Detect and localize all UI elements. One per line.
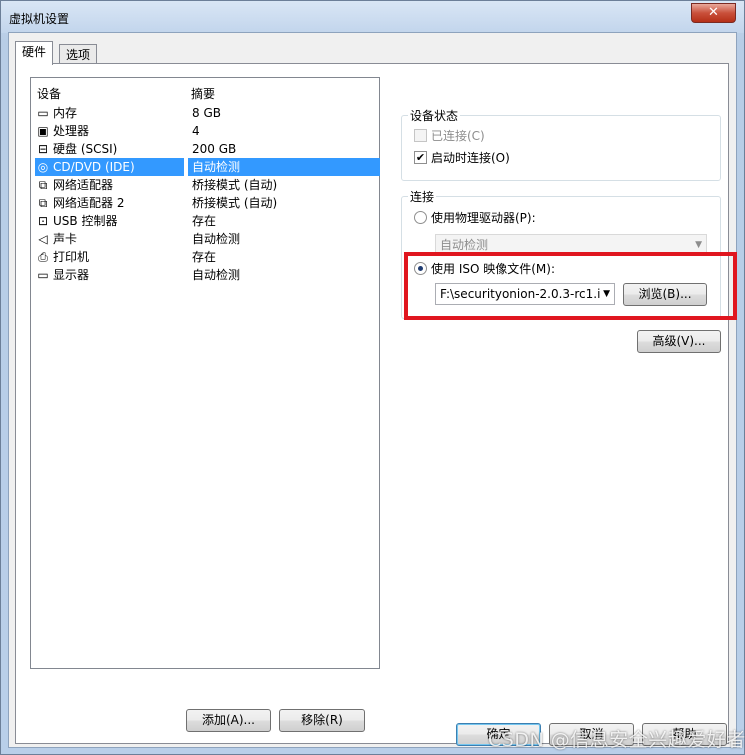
device-list-header: 设备 摘要	[31, 85, 379, 101]
device-row[interactable]: ◁ 声卡 自动检测	[31, 230, 379, 248]
device-name-cell: ◁ 声卡	[35, 230, 184, 248]
usb-icon: ⊡	[37, 214, 49, 228]
device-name: 声卡	[53, 232, 78, 246]
device-name: 网络适配器 2	[53, 196, 125, 210]
device-summary: 自动检测	[192, 268, 241, 282]
device-name: 内存	[53, 106, 78, 120]
device-name: USB 控制器	[53, 214, 118, 228]
device-name-cell: ▣ 处理器	[35, 122, 184, 140]
device-row[interactable]: ▣ 处理器 4	[31, 122, 379, 140]
close-button[interactable]: ✕	[691, 3, 736, 23]
device-status-title: 设备状态	[408, 107, 461, 124]
device-name: 硬盘 (SCSI)	[53, 142, 118, 156]
device-summary: 存在	[192, 214, 217, 228]
device-row[interactable]: ⧉ 网络适配器 桥接模式 (自动)	[31, 176, 379, 194]
hard-disk-icon: ⊟	[37, 142, 49, 156]
highlight-box	[404, 252, 737, 320]
device-name-cell: ▭ 内存	[35, 104, 184, 122]
add-device-button[interactable]: 添加(A)...	[186, 709, 271, 732]
device-row[interactable]: ▭ 内存 8 GB	[31, 104, 379, 122]
device-summary: 桥接模式 (自动)	[192, 196, 278, 210]
connection-title: 连接	[408, 188, 437, 205]
network-adapter-icon: ⧉	[38, 196, 48, 210]
device-name-cell: ⊟ 硬盘 (SCSI)	[35, 140, 184, 158]
device-status-group	[401, 115, 721, 181]
hardware-tab-panel: 设备 摘要 ▭ 内存 8 GB ▣ 处理器 4 ⊟ 硬盘 (SCSI) 200 GB ◎ CD/DV…	[15, 63, 737, 744]
memory-icon: ▭	[37, 106, 49, 120]
advanced-button[interactable]: 高级(V)...	[637, 330, 721, 353]
device-name-cell: ⧉ 网络适配器 2	[35, 194, 184, 212]
device-row[interactable]: ◎ CD/DVD (IDE) 自动检测	[31, 158, 380, 176]
device-name-cell: ▭ 显示器	[35, 266, 184, 284]
title-bar[interactable]: 虚拟机设置 ✕	[1, 1, 744, 33]
tab-hardware[interactable]: 硬件	[15, 41, 54, 65]
window-title: 虚拟机设置	[9, 12, 70, 26]
device-name: CD/DVD (IDE)	[53, 160, 135, 174]
connect-at-power-on-label: 启动时连接(O)	[431, 151, 510, 165]
display-icon: ▭	[37, 268, 49, 282]
device-summary: 自动检测	[192, 232, 241, 246]
device-summary: 4	[192, 124, 200, 138]
dialog-window: 虚拟机设置 ✕ 硬件 选项 设备 摘要 ▭ 内存 8 GB ▣ 处理器 4 ⊟ 硬盘 (SCS…	[0, 0, 745, 755]
device-summary: 桥接模式 (自动)	[192, 178, 278, 192]
device-summary: 自动检测	[188, 158, 380, 176]
device-summary: 存在	[192, 250, 217, 264]
physical-drive-radio[interactable]	[414, 211, 427, 224]
printer-icon: ⎙	[38, 250, 48, 264]
device-row[interactable]: ⧉ 网络适配器 2 桥接模式 (自动)	[31, 194, 379, 212]
physical-drive-label: 使用物理驱动器(P):	[431, 211, 536, 225]
dialog-client-area: 硬件 选项 设备 摘要 ▭ 内存 8 GB ▣ 处理器 4 ⊟ 硬盘 (SCSI) 200 GB…	[8, 32, 737, 748]
device-name: 显示器	[53, 268, 90, 282]
sound-icon: ◁	[38, 232, 48, 246]
physical-drive-value: 自动检测	[440, 238, 489, 252]
connect-at-power-on-checkbox[interactable]: ✔	[414, 151, 427, 164]
network-adapter-icon: ⧉	[38, 178, 48, 192]
device-summary: 200 GB	[192, 142, 237, 156]
watermark-text: CSDN @信息安全兴趣爱好者	[488, 729, 745, 751]
device-name-cell: ⧉ 网络适配器	[35, 176, 184, 194]
device-row[interactable]: ▭ 显示器 自动检测	[31, 266, 379, 284]
connected-checkbox[interactable]	[414, 129, 427, 142]
check-mark-icon: ✔	[415, 151, 426, 164]
processor-icon: ▣	[37, 124, 49, 138]
device-row[interactable]: ⊟ 硬盘 (SCSI) 200 GB	[31, 140, 379, 158]
tab-options[interactable]: 选项	[59, 44, 98, 64]
remove-device-button[interactable]: 移除(R)	[279, 709, 365, 732]
device-name-cell: ⎙ 打印机	[35, 248, 184, 266]
cd-dvd-icon: ◎	[37, 160, 49, 174]
device-name-cell: ⊡ USB 控制器	[35, 212, 184, 230]
device-name-cell: ◎ CD/DVD (IDE)	[35, 158, 184, 176]
device-list[interactable]: 设备 摘要 ▭ 内存 8 GB ▣ 处理器 4 ⊟ 硬盘 (SCSI) 200 GB ◎ CD/DV…	[30, 77, 380, 669]
column-header-device[interactable]: 设备	[37, 85, 61, 102]
device-name: 网络适配器	[53, 178, 114, 192]
device-name: 处理器	[53, 124, 90, 138]
column-header-summary[interactable]: 摘要	[191, 85, 215, 102]
device-row[interactable]: ⊡ USB 控制器 存在	[31, 212, 379, 230]
device-name: 打印机	[53, 250, 90, 264]
device-summary: 8 GB	[192, 106, 221, 120]
device-row[interactable]: ⎙ 打印机 存在	[31, 248, 379, 266]
connected-label: 已连接(C)	[431, 129, 485, 143]
